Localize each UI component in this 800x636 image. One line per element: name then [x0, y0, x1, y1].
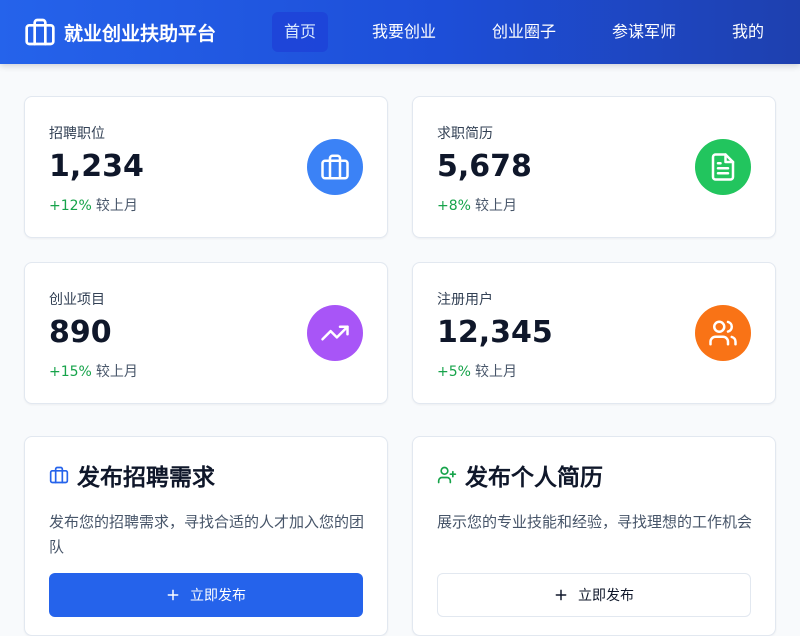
stat-change: +8% 较上月 [437, 195, 517, 215]
stat-label: 招聘职位 [49, 126, 105, 142]
nav-item-mine[interactable]: 我的 [728, 12, 768, 52]
nav-item-home[interactable]: 首页 [272, 12, 328, 52]
brand-title: 就业创业扶助平台 [64, 22, 217, 45]
action-title: 发布个人简历 [465, 465, 603, 491]
stat-change-suffix: 较上月 [95, 198, 138, 214]
publish-job-button[interactable]: 立即发布 [49, 573, 363, 617]
stat-change: +5% 较上月 [437, 361, 517, 381]
stat-change-percent: +12% [49, 198, 92, 214]
stat-change-percent: +5% [437, 364, 471, 380]
stat-change: +15% 较上月 [49, 361, 138, 381]
action-description: 展示您的专业技能和经验，寻找理想的工作机会 [437, 513, 753, 531]
nav-item-startup[interactable]: 我要创业 [368, 12, 440, 52]
app-header: 就业创业扶助平台 首页 我要创业 创业圈子 参谋军师 我的 [0, 0, 800, 64]
publish-resume-button-label: 立即发布 [578, 588, 634, 604]
action-header: 发布招聘需求 [49, 459, 215, 491]
stat-value: 12,345 [437, 315, 553, 350]
document-icon [711, 153, 735, 181]
stat-value: 1,234 [49, 149, 144, 184]
brand[interactable]: 就业创业扶助平台 [24, 16, 216, 48]
user-plus-icon [437, 466, 457, 484]
stat-card-resumes: 求职简历 5,678 +8% 较上月 [412, 96, 776, 238]
stat-label: 求职简历 [437, 126, 493, 142]
stat-icon-badge [695, 139, 751, 195]
action-title: 发布招聘需求 [77, 465, 215, 491]
stat-change-suffix: 较上月 [474, 198, 517, 214]
users-icon [709, 320, 737, 346]
stat-card-projects: 创业项目 890 +15% 较上月 [24, 262, 388, 404]
publish-job-button-label: 立即发布 [190, 588, 246, 604]
briefcase-icon [25, 18, 55, 46]
action-card-post-job: 发布招聘需求 发布您的招聘需求，寻找合适的人才加入您的团队 立即发布 [24, 436, 388, 636]
trending-up-icon [321, 325, 349, 341]
nav-item-circle[interactable]: 创业圈子 [488, 12, 560, 52]
stat-icon-badge [307, 305, 363, 361]
stat-change: +12% 较上月 [49, 195, 138, 215]
stat-card-jobs: 招聘职位 1,234 +12% 较上月 [24, 96, 388, 238]
stat-value: 5,678 [437, 149, 532, 184]
stat-change-percent: +8% [437, 198, 471, 214]
briefcase-icon [49, 466, 69, 484]
briefcase-icon [321, 154, 349, 180]
publish-resume-button[interactable]: 立即发布 [437, 573, 751, 617]
stat-change-suffix: 较上月 [474, 364, 517, 380]
stat-value: 890 [49, 315, 112, 350]
stat-change-suffix: 较上月 [95, 364, 138, 380]
nav-item-advisor[interactable]: 参谋军师 [608, 12, 680, 52]
action-header: 发布个人简历 [437, 459, 603, 491]
stat-label: 注册用户 [437, 292, 493, 308]
action-card-post-resume: 发布个人简历 展示您的专业技能和经验，寻找理想的工作机会 立即发布 [412, 436, 776, 636]
stat-change-percent: +15% [49, 364, 92, 380]
stat-icon-badge [695, 305, 751, 361]
action-description: 发布您的招聘需求，寻找合适的人才加入您的团队 [49, 513, 365, 556]
stat-card-users: 注册用户 12,345 +5% 较上月 [412, 262, 776, 404]
stat-icon-badge [307, 139, 363, 195]
stat-label: 创业项目 [49, 292, 105, 308]
